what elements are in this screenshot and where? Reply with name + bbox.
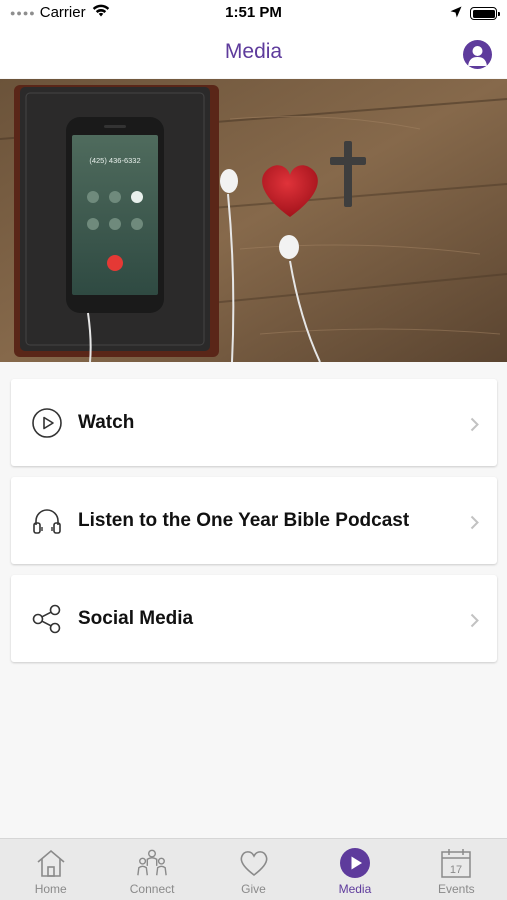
- tab-events-label: Events: [437, 882, 475, 896]
- location-arrow-icon: [450, 5, 462, 22]
- tab-give[interactable]: Give: [203, 839, 304, 900]
- people-icon: [136, 847, 168, 879]
- podcast-item[interactable]: Listen to the One Year Bible Podcast: [11, 477, 497, 564]
- watch-item[interactable]: Watch: [11, 379, 497, 466]
- tab-give-label: Give: [241, 882, 266, 896]
- user-icon: [468, 46, 487, 66]
- share-icon: [30, 602, 64, 636]
- page-title: Media: [224, 40, 283, 63]
- watch-label: Watch: [78, 411, 135, 433]
- hero-image: (425) 436-6332: [0, 79, 507, 362]
- profile-button[interactable]: [463, 40, 492, 69]
- tab-connect[interactable]: Connect: [101, 839, 202, 900]
- tab-events[interactable]: 17 Events: [406, 839, 507, 900]
- tab-connect-label: Connect: [129, 882, 175, 896]
- chevron-right-icon: [470, 515, 479, 535]
- headphones-icon: [30, 504, 64, 538]
- nav-bar: Media: [0, 28, 507, 78]
- tab-media-label: Media: [338, 882, 372, 896]
- battery-icon: [470, 7, 500, 20]
- svg-text:(425) 436-6332: (425) 436-6332: [89, 156, 140, 165]
- status-bar: ●●●● Carrier 1:51 PM: [0, 0, 507, 28]
- play-circle-icon: [30, 406, 64, 440]
- chevron-right-icon: [470, 417, 479, 437]
- status-right: [450, 5, 500, 22]
- calendar-icon: 17: [440, 847, 472, 879]
- tab-bar: Home Connect Give Media 17 Events: [0, 838, 507, 900]
- play-icon: [339, 847, 371, 879]
- social-media-label: Social Media: [78, 607, 194, 629]
- screen: ●●●● Carrier 1:51 PM Media (425) 436-633…: [0, 0, 507, 900]
- podcast-label: Listen to the One Year Bible Podcast: [78, 509, 410, 531]
- tab-home[interactable]: Home: [0, 839, 101, 900]
- status-time: 1:51 PM: [225, 4, 282, 21]
- social-media-item[interactable]: Social Media: [11, 575, 497, 662]
- chevron-right-icon: [470, 613, 479, 633]
- calendar-day: 17: [450, 864, 462, 876]
- heart-icon: [238, 847, 270, 879]
- home-icon: [35, 847, 67, 879]
- tab-home-label: Home: [34, 882, 67, 896]
- tab-media[interactable]: Media: [304, 839, 405, 900]
- media-menu: Watch Listen to the One Year Bible Podca…: [11, 379, 497, 673]
